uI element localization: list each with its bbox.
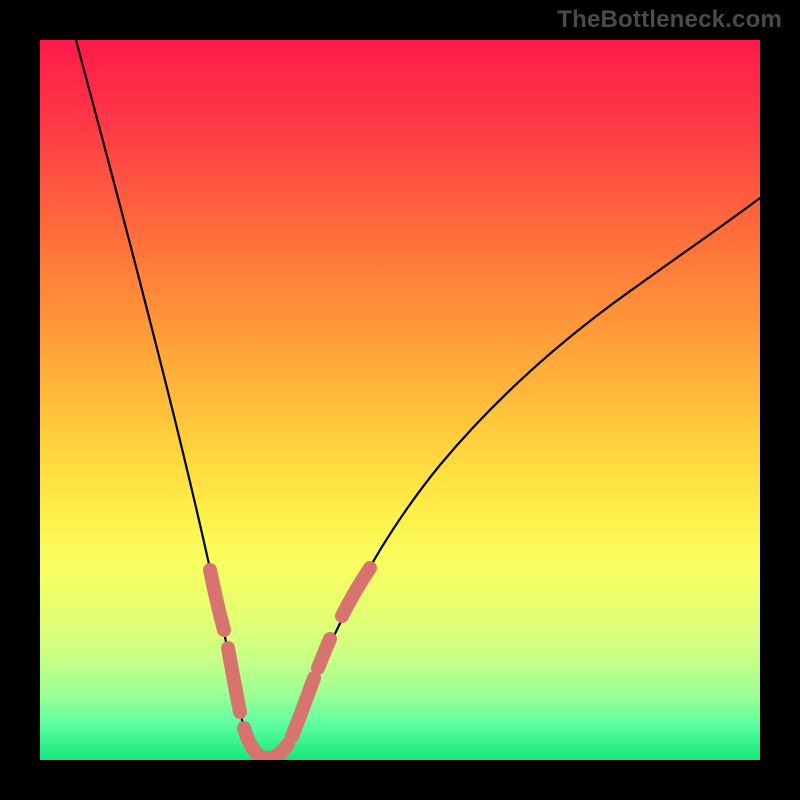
- highlight-seg-5: [292, 678, 314, 736]
- highlight-seg-6: [318, 639, 330, 668]
- highlight-seg-4: [264, 744, 288, 758]
- watermark-text: TheBottleneck.com: [557, 6, 782, 34]
- highlight-seg-1: [210, 570, 224, 630]
- highlight-seg-2: [228, 648, 240, 712]
- plot-area: [40, 40, 760, 760]
- bottleneck-curve-svg: [40, 40, 760, 760]
- bottleneck-curve: [76, 40, 760, 758]
- chart-frame: TheBottleneck.com: [0, 0, 800, 800]
- highlight-seg-7: [342, 568, 370, 616]
- highlight-seg-3: [244, 728, 260, 756]
